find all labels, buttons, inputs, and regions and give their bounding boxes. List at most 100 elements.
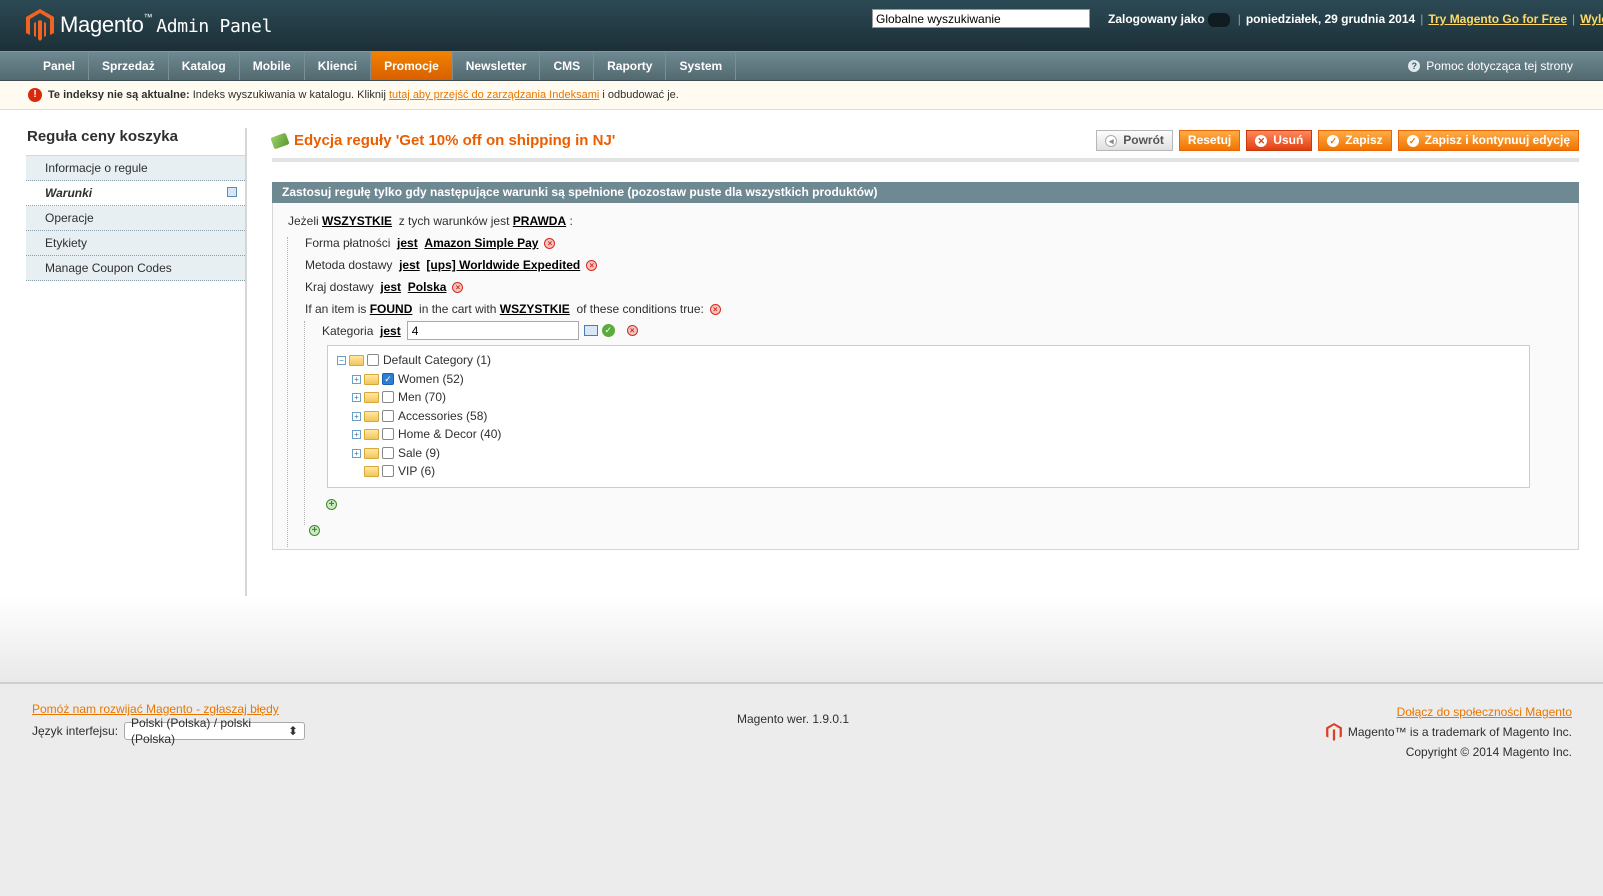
remove-condition-icon[interactable]: × [626,325,638,336]
nav-items: Panel Sprzedaż Katalog Mobile Klienci Pr… [30,52,737,80]
trademark-row: Magento™ is a trademark of Magento Inc. [1326,722,1572,742]
try-magento-go-link[interactable]: Try Magento Go for Free [1428,12,1567,26]
tree-node-women[interactable]: + ✓ Women (52) [352,372,464,386]
add-subcondition-icon[interactable]: + [326,499,337,510]
sidebar-tabs: Informacje o regule Warunki Operacje Ety… [26,155,247,281]
footer-left: Pomóż nam rozwijać Magento - zgłaszaj bł… [32,702,306,746]
reset-button[interactable]: Resetuj [1178,130,1241,151]
help-link[interactable]: ? Pomoc dotycząca tej strony [1408,59,1573,73]
community-link[interactable]: Dołącz do społeczności Magento [1397,705,1572,719]
condition-operator[interactable]: jest [397,236,418,250]
global-search-input[interactable] [872,9,1090,28]
nav-item-promotions[interactable]: Promocje [371,52,453,80]
tree-node-default-category[interactable]: − Default Category (1) [337,353,491,367]
bug-report-link[interactable]: Pomóż nam rozwijać Magento - zgłaszaj bł… [32,702,279,716]
check-icon: ✓ [1327,134,1340,147]
condition-value[interactable]: Amazon Simple Pay [424,236,538,250]
expand-icon[interactable]: + [352,429,361,439]
tree-node-sale[interactable]: + Sale (9) [352,446,440,460]
tab-rule-info[interactable]: Informacje o regule [26,156,247,181]
index-management-link[interactable]: tutaj aby przejść do zarządzania Indeksa… [389,81,599,109]
save-continue-label: Zapisz i kontynuuj edycję [1424,133,1570,147]
collapse-icon[interactable]: − [337,355,346,365]
notice-text: Indeks wyszukiwania w katalogu. Kliknij [192,89,386,101]
condition-attribute: Forma płatności [305,236,391,250]
back-label: Powrót [1123,133,1164,147]
logo-title: Magento [60,12,144,37]
notice-after: i odbudować je. [602,89,679,101]
tree-node-men[interactable]: + Men (70) [352,390,446,404]
nav-item-cms[interactable]: CMS [540,52,595,80]
logout-link[interactable]: Wyloguj [1580,12,1603,26]
back-button[interactable]: ◂ Powrót [1096,130,1173,151]
remove-condition-icon[interactable]: × [709,303,721,315]
remove-condition-icon[interactable]: × [544,237,556,249]
condition-operator[interactable]: jest [399,258,420,272]
magento-small-logo-icon [1326,723,1342,741]
trademark-text: Magento™ is a trademark of Magento Inc. [1347,725,1572,739]
tree-node-label: Home & Decor (40) [398,427,502,441]
checkbox[interactable] [382,447,394,459]
open-chooser-icon[interactable] [583,325,598,336]
condition-value[interactable]: [ups] Worldwide Expedited [426,258,580,272]
apply-check-icon[interactable]: ✓ [601,324,615,337]
folder-icon [364,410,379,422]
nav-item-catalog[interactable]: Katalog [169,52,240,80]
nav-item-mobile[interactable]: Mobile [240,52,305,80]
folder-icon [364,447,379,459]
nav-item-customers[interactable]: Klienci [305,52,372,80]
expand-icon[interactable]: + [352,448,361,458]
tab-coupon-codes[interactable]: Manage Coupon Codes [26,256,247,281]
tree-node-accessories[interactable]: + Accessories (58) [352,409,487,423]
nav-item-system[interactable]: System [666,52,737,80]
root-aggregator-select[interactable]: WSZYSTKIE [322,214,392,228]
remove-condition-icon[interactable]: × [452,281,464,293]
nav-item-newsletter[interactable]: Newsletter [453,52,541,80]
tab-actions[interactable]: Operacje [26,206,247,231]
checkbox[interactable] [382,465,394,477]
tree-node-label: Accessories (58) [398,409,488,423]
found-select[interactable]: FOUND [370,302,413,316]
expand-icon[interactable]: + [352,374,361,384]
delete-button[interactable]: ✕ Usuń [1246,130,1313,151]
checkbox[interactable] [382,428,394,440]
expand-icon[interactable]: + [352,392,361,402]
tree-node-label: Men (70) [398,390,447,404]
logo-tm: ™ [143,12,153,22]
found-aggregator-select[interactable]: WSZYSTKIE [500,302,570,316]
folder-icon [364,391,379,403]
sidebar-divider [245,128,247,606]
checkbox[interactable] [367,354,379,366]
condition-value[interactable]: Polska [408,280,447,294]
logo-text: Magento™ Admin Panel [60,12,272,38]
nav-item-reports[interactable]: Raporty [594,52,667,80]
header: Magento™Admin Panel Zalogowany jako | poni… [0,0,1603,51]
logged-in-label: Zalogowany jako [1108,12,1205,26]
price-rule-icon [270,132,290,149]
add-condition-icon[interactable]: + [309,525,320,536]
checkbox-checked[interactable]: ✓ [382,373,394,385]
save-button[interactable]: ✓ Zapisz [1318,130,1392,151]
checkbox[interactable] [382,410,394,422]
logo[interactable]: Magento™ Admin Panel [26,9,272,41]
save-continue-button[interactable]: ✓ Zapisz i kontynuuj edycję [1397,130,1579,151]
tree-node-home-decor[interactable]: + Home & Decor (40) [352,427,501,441]
select-arrows-icon: ⬍ [287,724,299,738]
nav-item-panel[interactable]: Panel [30,52,90,80]
checkbox[interactable] [382,391,394,403]
header-user-bar: Zalogowany jako | poniedziałek, 29 grudnia… [1108,12,1603,27]
language-select[interactable]: Polski (Polska) / polski (Polska) ⬍ [124,716,306,746]
tab-conditions[interactable]: Warunki [26,181,247,206]
expand-icon[interactable]: + [352,411,361,421]
category-value-input[interactable] [406,321,579,340]
condition-operator[interactable]: jest [380,280,401,294]
tab-labels[interactable]: Etykiety [26,231,247,256]
nav-item-sales[interactable]: Sprzedaż [89,52,169,80]
root-value-select[interactable]: PRAWDA [513,214,566,228]
tab-label: Manage Coupon Codes [45,261,172,275]
tree-line [287,237,289,547]
tree-node-vip[interactable]: VIP (6) [364,464,435,478]
category-operator[interactable]: jest [380,324,401,338]
remove-condition-icon[interactable]: × [586,259,598,271]
language-label: Język interfejsu: [32,724,119,738]
